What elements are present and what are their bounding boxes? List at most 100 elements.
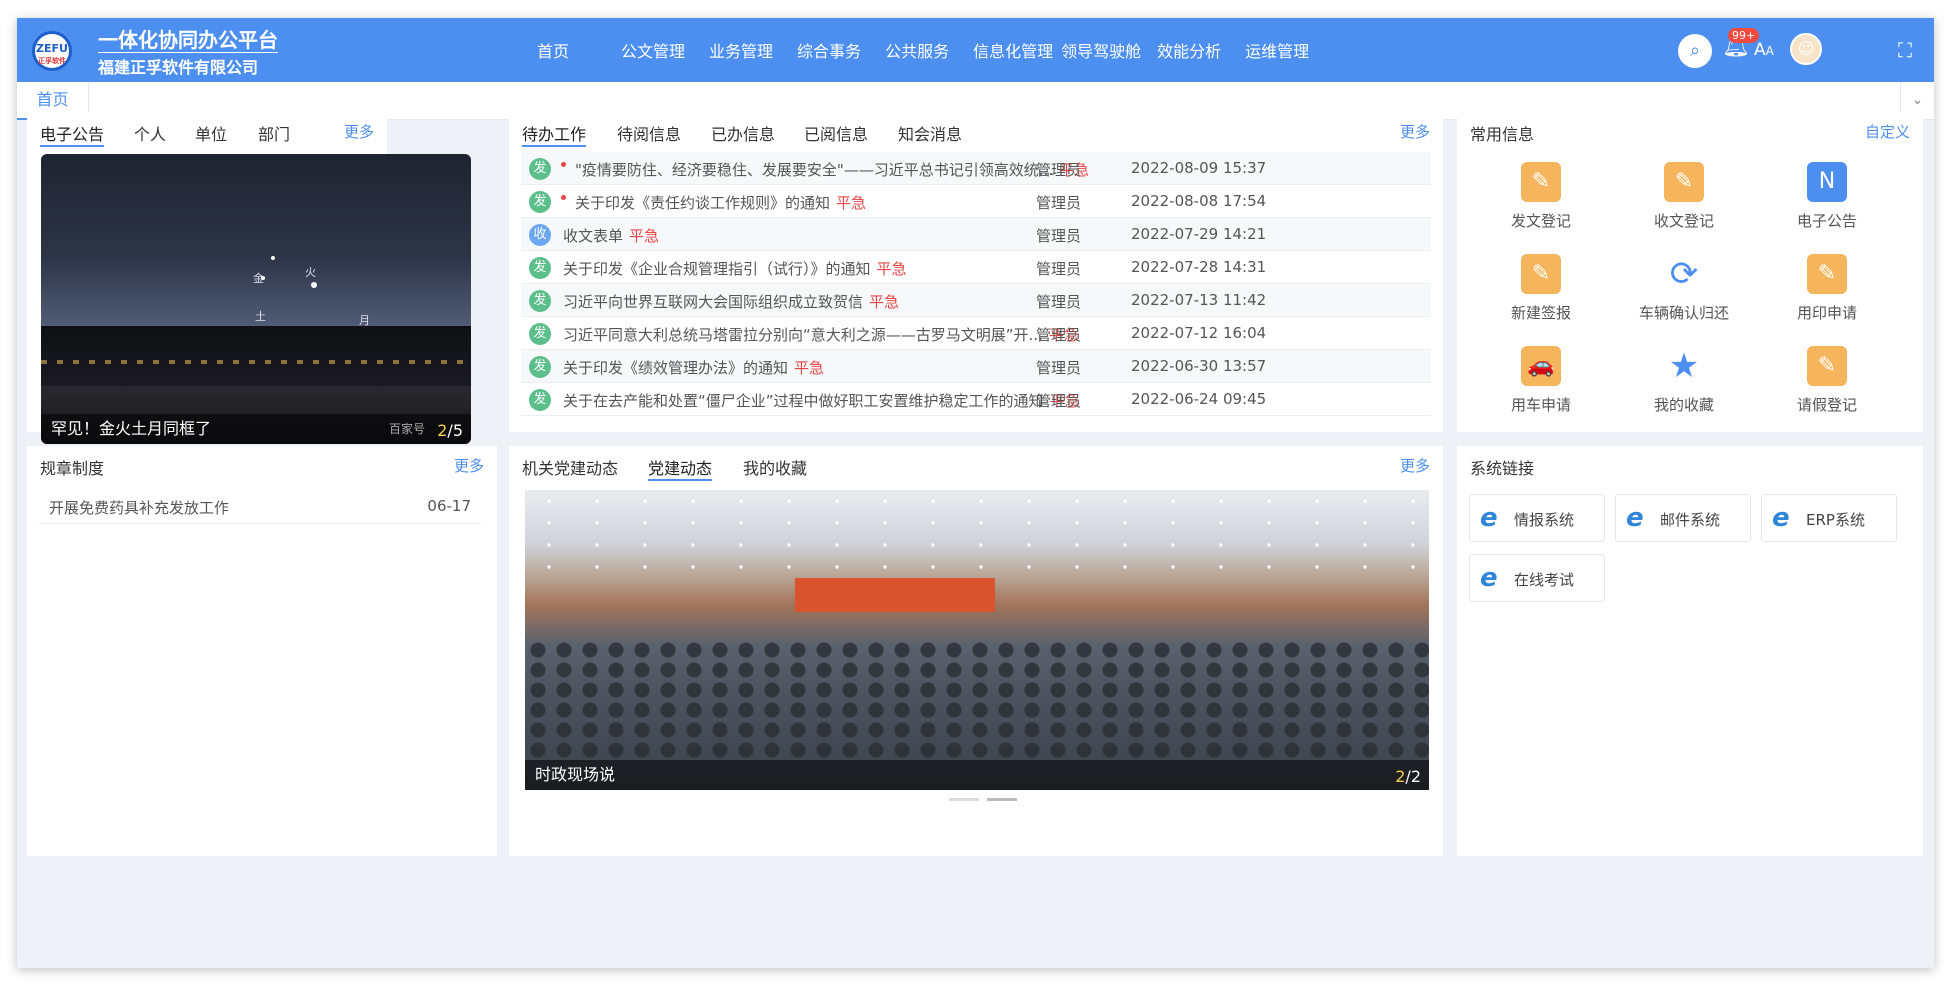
notice-n-icon: N — [1807, 162, 1847, 202]
slide-dot[interactable] — [949, 798, 979, 801]
fullscreen-icon[interactable]: ⛶ — [1898, 38, 1912, 62]
tab-personal[interactable]: 个人 — [134, 121, 166, 145]
nav-it-management[interactable]: 信息化管理 — [973, 38, 1053, 62]
quick-access-item[interactable]: ✎ 用印申请 — [1767, 254, 1887, 334]
nav-efficiency[interactable]: 效能分析 — [1157, 38, 1221, 62]
company-name: 福建正孚软件有限公司 — [98, 58, 259, 77]
tab-department[interactable]: 部门 — [258, 121, 290, 145]
todo-title[interactable]: 关于印发《企业合规管理指引（试行）》的通知 平急 — [563, 258, 907, 279]
planet-dot — [311, 282, 317, 288]
search-icon: ⌕ — [1689, 40, 1701, 61]
system-link-button[interactable]: e 在线考试 — [1469, 554, 1605, 602]
slide-dot[interactable] — [987, 798, 1017, 801]
todo-row[interactable]: 发关于在去产能和处置“僵尸企业”过程中做好职工安置维护稳定工作的通知 平急 管理员 2… — [521, 383, 1431, 416]
todo-time: 2022-07-28 14:31 — [1131, 258, 1267, 276]
quick-access-item[interactable]: ✎ 发文登记 — [1481, 162, 1601, 242]
quick-access-label: 请假登记 — [1796, 396, 1857, 414]
todo-row[interactable]: 发关于印发《绩效管理办法》的通知 平急 管理员 2022-06-30 13:57 — [521, 350, 1431, 383]
rules-more-link[interactable]: 更多 — [454, 455, 484, 476]
logo-text: ZEFU — [36, 42, 68, 55]
todo-title[interactable]: 关于印发《绩效管理办法》的通知 平急 — [563, 357, 824, 378]
nav-public-service[interactable]: 公共服务 — [885, 38, 949, 62]
announcement-card: 电子公告 个人 单位 部门 更多 金 火 土 月 罕见！金火土月同框了 百家号 … — [27, 112, 471, 520]
todo-time: 2022-06-30 13:57 — [1131, 357, 1267, 375]
edit-doc-icon: ✎ — [1664, 162, 1704, 202]
nav-documents[interactable]: 公文管理 — [621, 38, 685, 62]
ie-browser-icon: e — [1626, 503, 1644, 533]
urgent-tag: 平急 — [794, 359, 825, 377]
todo-title[interactable]: 习近平同意大利总统马塔雷拉分别向“意大利之源——古罗马文明展”开... 平急 — [563, 324, 1079, 345]
font-size-icon[interactable]: AA — [1754, 40, 1774, 60]
todo-row[interactable]: 发 关于印发《责任约谈工作规则》的通知 平急 管理员 2022-08-08 17:54 — [521, 185, 1431, 218]
system-link-label: 邮件系统 — [1660, 511, 1721, 529]
tab-done[interactable]: 已办信息 — [711, 121, 775, 145]
todo-title[interactable]: 关于印发《责任约谈工作规则》的通知 平急 — [575, 192, 866, 213]
tab-todo-work[interactable]: 待办工作 — [522, 121, 587, 147]
todo-title[interactable]: 习近平向世界互联网大会国际组织成立致贺信 平急 — [563, 291, 899, 312]
skyline-silhouette — [41, 326, 471, 386]
ie-browser-icon: e — [1480, 563, 1498, 593]
todo-row[interactable]: 发关于印发《企业合规管理指引（试行）》的通知 平急 管理员 2022-07-28 14… — [521, 251, 1431, 284]
announcement-slide-image[interactable]: 金 火 土 月 罕见！金火土月同框了 百家号 2/5 — [41, 154, 471, 444]
todo-time: 2022-07-12 16:04 — [1131, 324, 1267, 342]
nav-operations[interactable]: 运维管理 — [1245, 38, 1309, 62]
system-links-card: 系统链接 e 情报系统 e 邮件系统 e ERP系统 e 在线考试 — [1457, 446, 1923, 856]
unread-dot — [561, 162, 566, 167]
todo-title[interactable]: 关于在去产能和处置“僵尸企业”过程中做好职工安置维护稳定工作的通知 平急 — [563, 390, 1080, 411]
tab-read[interactable]: 已阅信息 — [804, 121, 868, 145]
tab-unit[interactable]: 单位 — [195, 121, 227, 145]
edit-doc-icon: ✎ — [1807, 346, 1847, 386]
rule-list-item[interactable]: 开展免费药具补充发放工作 06-17 — [39, 490, 481, 524]
quick-access-item[interactable]: ⟳ 车辆确认归还 — [1624, 254, 1744, 334]
todo-row[interactable]: 发习近平向世界互联网大会国际组织成立致贺信 平急 管理员 2022-07-13 11:… — [521, 284, 1431, 317]
urgent-tag: 平急 — [836, 194, 867, 212]
nav-business[interactable]: 业务管理 — [709, 38, 773, 62]
tab-notify[interactable]: 知会消息 — [898, 121, 962, 145]
nav-home[interactable]: 首页 — [537, 38, 569, 62]
todo-title[interactable]: 收文表单 平急 — [563, 225, 659, 246]
customize-link[interactable]: 自定义 — [1865, 121, 1910, 142]
quick-access-item[interactable]: ✎ 新建签报 — [1481, 254, 1601, 334]
party-slide-image[interactable]: 时政现场说 2/2 — [525, 490, 1429, 790]
party-slide-total: /2 — [1405, 767, 1421, 786]
nav-leader-cockpit[interactable]: 领导驾驶舱 — [1061, 38, 1141, 62]
tab-my-favorites[interactable]: 我的收藏 — [743, 455, 807, 479]
system-link-button[interactable]: e 邮件系统 — [1615, 494, 1751, 542]
party-slide-caption: 时政现场说 — [525, 760, 1429, 790]
ie-browser-icon: e — [1772, 503, 1790, 533]
nav-general-affairs[interactable]: 综合事务 — [797, 38, 861, 62]
tab-to-read[interactable]: 待阅信息 — [617, 121, 681, 145]
todo-user: 管理员 — [1036, 392, 1082, 410]
search-button[interactable]: ⌕ — [1678, 34, 1712, 68]
todo-row[interactable]: 收收文表单 平急 管理员 2022-07-29 14:21 — [521, 218, 1431, 251]
quick-access-item[interactable]: ★ 我的收藏 — [1624, 346, 1744, 426]
quick-access-item[interactable]: ✎ 收文登记 — [1624, 162, 1744, 242]
todo-title[interactable]: "疫情要防住、经济要稳住、发展要安全"——习近平总书记引领高效统... 平急 — [575, 159, 1089, 180]
todo-row[interactable]: 发 "疫情要防住、经济要稳住、发展要安全"——习近平总书记引领高效统... 平急 管理… — [521, 152, 1431, 185]
rules-card: 规章制度 更多 开展免费药具补充发放工作 06-17 — [27, 446, 497, 856]
quick-access-item[interactable]: ✎ 请假登记 — [1767, 346, 1887, 426]
tab-e-announcement[interactable]: 电子公告 — [40, 121, 105, 147]
todo-user: 管理员 — [1036, 227, 1082, 245]
system-link-button[interactable]: e ERP系统 — [1761, 494, 1897, 542]
announcement-more-link[interactable]: 更多 — [344, 121, 374, 142]
urgent-tag: 平急 — [629, 227, 660, 245]
todo-row[interactable]: 发习近平同意大利总统马塔雷拉分别向“意大利之源——古罗马文明展”开... 平急 管理… — [521, 317, 1431, 350]
tab-agency-party[interactable]: 机关党建动态 — [522, 455, 618, 479]
quick-access-label: 用印申请 — [1796, 304, 1857, 322]
todo-more-link[interactable]: 更多 — [1400, 121, 1430, 142]
user-avatar[interactable]: ☺ — [1790, 33, 1822, 65]
todo-user: 管理员 — [1036, 359, 1082, 377]
system-link-button[interactable]: e 情报系统 — [1469, 494, 1605, 542]
party-building-card: 机关党建动态 党建动态 我的收藏 更多 时政现场说 2/2 — [509, 446, 1443, 856]
quick-access-item[interactable]: 🚗 用车申请 — [1481, 346, 1601, 426]
quick-access-item[interactable]: N 电子公告 — [1767, 162, 1887, 242]
doc-type-badge: 收 — [529, 224, 551, 246]
slide-total: /5 — [447, 421, 463, 440]
edit-doc-icon: ✎ — [1807, 254, 1847, 294]
party-more-link[interactable]: 更多 — [1400, 455, 1430, 476]
todo-time: 2022-08-08 17:54 — [1131, 192, 1267, 210]
tab-party-news[interactable]: 党建动态 — [648, 455, 713, 481]
todo-time: 2022-07-13 11:42 — [1131, 291, 1267, 309]
todo-user: 管理员 — [1036, 293, 1082, 311]
